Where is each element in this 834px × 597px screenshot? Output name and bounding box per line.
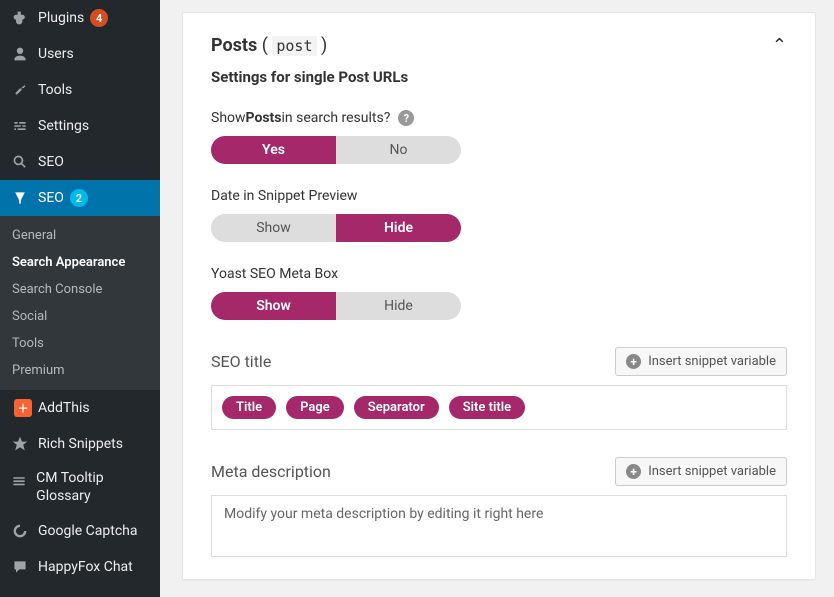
- plus-circle-icon: +: [626, 354, 641, 369]
- yoast-icon: [10, 188, 30, 208]
- panel-header: Posts ( post ) ⌃: [211, 35, 787, 56]
- sidebar-item-users[interactable]: Users: [0, 36, 160, 72]
- submenu-tools[interactable]: Tools: [0, 330, 160, 357]
- insert-snippet-title-button[interactable]: + Insert snippet variable: [615, 347, 787, 376]
- seo-title-label: SEO title: [211, 352, 271, 371]
- notice-badge: 2: [70, 189, 88, 207]
- toggle-hide[interactable]: Hide: [336, 214, 461, 242]
- metabox-label: Yoast SEO Meta Box: [211, 266, 787, 282]
- snippet-var-separator[interactable]: Separator: [354, 396, 439, 419]
- toggle-hide[interactable]: Hide: [336, 292, 461, 320]
- update-badge: 4: [90, 9, 108, 27]
- post-type-code: post: [272, 36, 316, 56]
- menu-label: AddThis: [38, 400, 90, 416]
- menu-label: SEO: [38, 154, 64, 170]
- sidebar-item-google-captcha[interactable]: Google Captcha: [0, 513, 160, 549]
- menu-label: Tools: [38, 82, 72, 98]
- toggle-yes[interactable]: Yes: [211, 136, 336, 164]
- show-in-results-toggle: Yes No: [211, 136, 461, 164]
- submenu-search-appearance[interactable]: Search Appearance: [0, 249, 160, 276]
- snippet-var-title[interactable]: Title: [222, 396, 276, 419]
- toggle-show[interactable]: Show: [211, 292, 336, 320]
- date-snippet-label: Date in Snippet Preview: [211, 188, 787, 204]
- metabox-toggle: Show Hide: [211, 292, 461, 320]
- menu-label: SEO: [38, 190, 64, 206]
- insert-snippet-meta-button[interactable]: + Insert snippet variable: [615, 457, 787, 486]
- menu-label: Users: [38, 46, 74, 62]
- sidebar-item-plugins[interactable]: Plugins 4: [0, 0, 160, 36]
- panel-title: Posts ( post ): [211, 35, 327, 56]
- user-icon: [10, 44, 30, 64]
- recaptcha-icon: [10, 521, 30, 541]
- meta-description-input[interactable]: Modify your meta description by editing …: [211, 495, 787, 557]
- plus-circle-icon: +: [626, 464, 641, 479]
- star-icon: [10, 434, 30, 454]
- chat-icon: [10, 557, 30, 577]
- menu-label: Rich Snippets: [38, 436, 123, 452]
- sidebar-item-yoast-seo[interactable]: SEO 2: [0, 180, 160, 216]
- toggle-show[interactable]: Show: [211, 214, 336, 242]
- menu-label: CM Tooltip Glossary: [36, 470, 150, 505]
- search-icon: [10, 152, 30, 172]
- sidebar-item-happyfox[interactable]: HappyFox Chat: [0, 549, 160, 585]
- panel-subtitle: Settings for single Post URLs: [211, 68, 787, 86]
- main-content: Posts ( post ) ⌃ Settings for single Pos…: [160, 0, 834, 597]
- toggle-no[interactable]: No: [336, 136, 461, 164]
- wrench-icon: [10, 80, 30, 100]
- admin-sidebar: Plugins 4 Users Tools Settings SEO SEO 2…: [0, 0, 160, 597]
- menu-label: Google Captcha: [38, 523, 138, 539]
- list-icon: [10, 472, 28, 492]
- submenu-search-console[interactable]: Search Console: [0, 276, 160, 303]
- menu-label: HappyFox Chat: [38, 559, 133, 575]
- menu-label: Plugins: [38, 10, 84, 26]
- sidebar-item-seo-top[interactable]: SEO: [0, 144, 160, 180]
- submenu-premium[interactable]: Premium: [0, 357, 160, 384]
- plug-icon: [10, 8, 30, 28]
- sidebar-item-settings[interactable]: Settings: [0, 108, 160, 144]
- sidebar-item-tools[interactable]: Tools: [0, 72, 160, 108]
- sidebar-item-rich-snippets[interactable]: Rich Snippets: [0, 426, 160, 462]
- plus-icon: ＋: [10, 398, 30, 418]
- menu-label: Settings: [38, 118, 89, 134]
- seo-title-input[interactable]: Title Page Separator Site title: [211, 385, 787, 430]
- date-snippet-toggle: Show Hide: [211, 214, 461, 242]
- snippet-var-page[interactable]: Page: [286, 396, 344, 419]
- yoast-submenu: General Search Appearance Search Console…: [0, 216, 160, 390]
- show-in-results-label: Show Posts in search results? ?: [211, 110, 787, 126]
- help-icon[interactable]: ?: [398, 110, 414, 126]
- meta-description-label: Meta description: [211, 462, 331, 481]
- submenu-general[interactable]: General: [0, 222, 160, 249]
- sliders-icon: [10, 116, 30, 136]
- posts-settings-panel: Posts ( post ) ⌃ Settings for single Pos…: [182, 12, 816, 580]
- snippet-var-sitetitle[interactable]: Site title: [449, 396, 525, 419]
- collapse-toggle[interactable]: ⌃: [772, 35, 787, 56]
- sidebar-item-addthis[interactable]: ＋ AddThis: [0, 390, 160, 426]
- submenu-social[interactable]: Social: [0, 303, 160, 330]
- sidebar-item-cm-tooltip[interactable]: CM Tooltip Glossary: [0, 462, 160, 513]
